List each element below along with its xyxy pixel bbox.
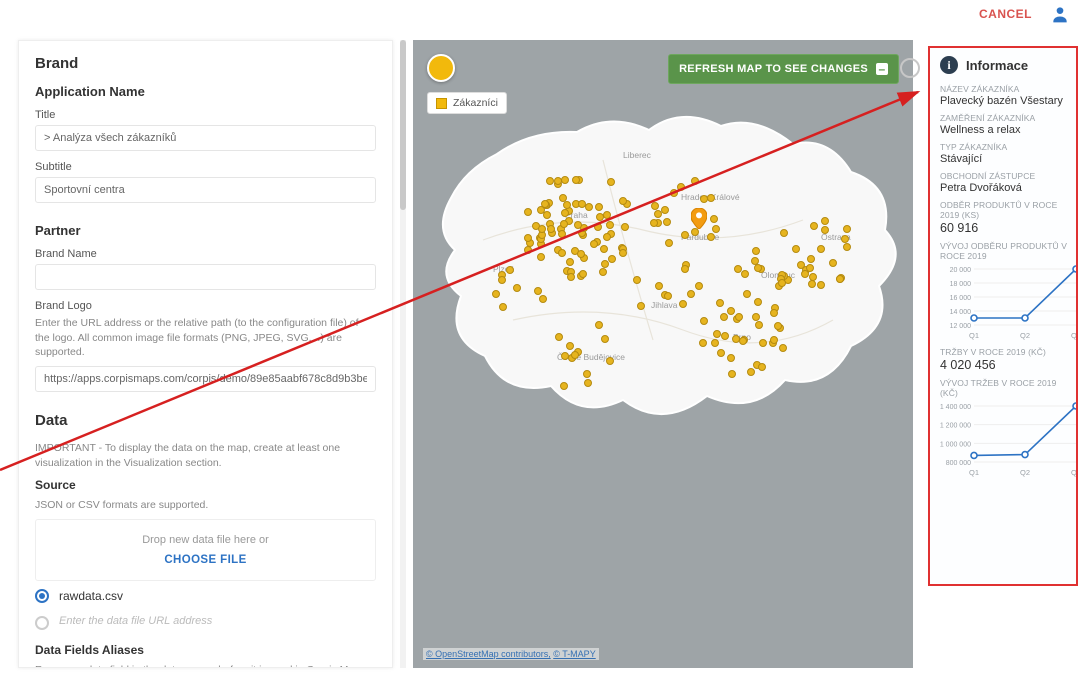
aliases-heading: Data Fields Aliases	[35, 643, 376, 657]
svg-text:800 000: 800 000	[946, 460, 971, 467]
left-scrollbar[interactable]	[400, 40, 406, 668]
svg-text:1 200 000: 1 200 000	[940, 423, 971, 430]
file-dropzone[interactable]: Drop new data file here or CHOOSE FILE	[35, 519, 376, 581]
data-points-layer	[423, 100, 903, 440]
logo-input[interactable]	[35, 366, 376, 392]
svg-text:Q2: Q2	[1020, 331, 1030, 340]
svg-text:12 000: 12 000	[950, 323, 972, 330]
choose-file-button[interactable]: CHOOSE FILE	[44, 554, 367, 566]
brand-heading: Brand	[35, 55, 376, 72]
app-name-heading: Application Name	[35, 84, 376, 99]
refresh-banner[interactable]: REFRESH MAP TO SEE CHANGES	[668, 54, 899, 84]
map-legend: Zákazníci	[427, 92, 507, 114]
subtitle-input[interactable]	[35, 177, 376, 203]
logo-help: Enter the URL address or the relative pa…	[35, 316, 376, 360]
qty-trend-chart: 12 000 14 000 16 000 18 000 20 000 Q1 Q2 Q3	[940, 263, 1078, 341]
url-input-placeholder[interactable]: Enter the data file URL address	[59, 611, 212, 635]
partner-heading: Partner	[35, 223, 376, 238]
rev-trend-chart: 800 000 1 000 000 1 200 000 1 400 000 Q1 Q2 Q3	[940, 400, 1078, 478]
legend-label: Zákazníci	[453, 97, 498, 109]
svg-text:Q3: Q3	[1071, 331, 1078, 340]
radio-url[interactable]	[35, 616, 49, 630]
aliases-help: Rename a data field in the data source b…	[35, 663, 376, 668]
config-panel: Brand Application Name Title Subtitle Pa…	[18, 40, 393, 668]
cancel-button[interactable]: CANCEL	[979, 7, 1032, 21]
brandname-label: Brand Name	[35, 248, 376, 260]
svg-text:1 000 000: 1 000 000	[940, 441, 971, 448]
info-value-focus: Wellness a relax	[940, 124, 1068, 136]
source-help: JSON or CSV formats are supported.	[35, 498, 376, 513]
info-label-rep: OBCHODNÍ ZÁSTUPCE	[940, 171, 1068, 181]
title-label: Title	[35, 109, 376, 121]
svg-text:18 000: 18 000	[950, 281, 972, 288]
svg-text:Q1: Q1	[969, 468, 979, 477]
info-label-type: TYP ZÁKAZNÍKA	[940, 142, 1068, 152]
info-panel: Informace NÁZEV ZÁKAZNÍKA Plavecký bazén…	[928, 46, 1078, 586]
selected-pin-icon[interactable]	[691, 208, 707, 230]
user-icon[interactable]	[1050, 4, 1070, 24]
svg-text:Q1: Q1	[969, 331, 979, 340]
map-canvas[interactable]: Zákazníci REFRESH MAP TO SEE CHANGES Pra…	[413, 40, 913, 668]
info-label-rev: TRŽBY V ROCE 2019 (KČ)	[940, 347, 1068, 357]
logo-label: Brand Logo	[35, 300, 376, 312]
brandname-input[interactable]	[35, 264, 376, 290]
legend-swatch	[436, 98, 447, 109]
layers-icon[interactable]	[900, 58, 920, 78]
info-value-rev: 4 020 456	[940, 358, 1068, 372]
source-heading: Source	[35, 478, 376, 492]
svg-text:14 000: 14 000	[950, 309, 972, 316]
map-attribution[interactable]: © OpenStreetMap contributors, © T-MAPY	[423, 648, 599, 660]
svg-text:Q2: Q2	[1020, 468, 1030, 477]
subtitle-label: Subtitle	[35, 161, 376, 173]
dropzone-text: Drop new data file here or	[44, 534, 367, 546]
refresh-text: REFRESH MAP TO SEE CHANGES	[679, 63, 868, 75]
radio-file[interactable]	[35, 589, 49, 603]
data-heading: Data	[35, 412, 376, 429]
info-label-qty: ODBĚR PRODUKTŮ V ROCE 2019 (KS)	[940, 200, 1068, 220]
info-value-name: Plavecký bazén Všestary	[940, 95, 1068, 107]
info-label-name: NÁZEV ZÁKAZNÍKA	[940, 84, 1068, 94]
collapse-icon[interactable]	[876, 63, 888, 75]
info-value-type: Stávající	[940, 153, 1068, 165]
info-label-rev-trend: VÝVOJ TRŽEB V ROCE 2019 (KČ)	[940, 378, 1068, 398]
svg-text:16 000: 16 000	[950, 295, 972, 302]
info-label-qty-trend: VÝVOJ ODBĚRU PRODUKTŮ V ROCE 2019	[940, 241, 1068, 261]
data-help: IMPORTANT - To display the data on the m…	[35, 441, 376, 470]
brand-logo-badge	[427, 54, 455, 82]
info-value-rep: Petra Dvořáková	[940, 182, 1068, 194]
info-icon	[940, 56, 958, 74]
svg-text:Q3: Q3	[1071, 468, 1078, 477]
radio-file-label: rawdata.csv	[59, 589, 123, 603]
info-heading: Informace	[966, 58, 1028, 73]
svg-text:20 000: 20 000	[950, 267, 972, 274]
title-input[interactable]	[35, 125, 376, 151]
info-label-focus: ZAMĚŘENÍ ZÁKAZNÍKA	[940, 113, 1068, 123]
svg-text:1 400 000: 1 400 000	[940, 404, 971, 411]
info-value-qty: 60 916	[940, 221, 1068, 235]
